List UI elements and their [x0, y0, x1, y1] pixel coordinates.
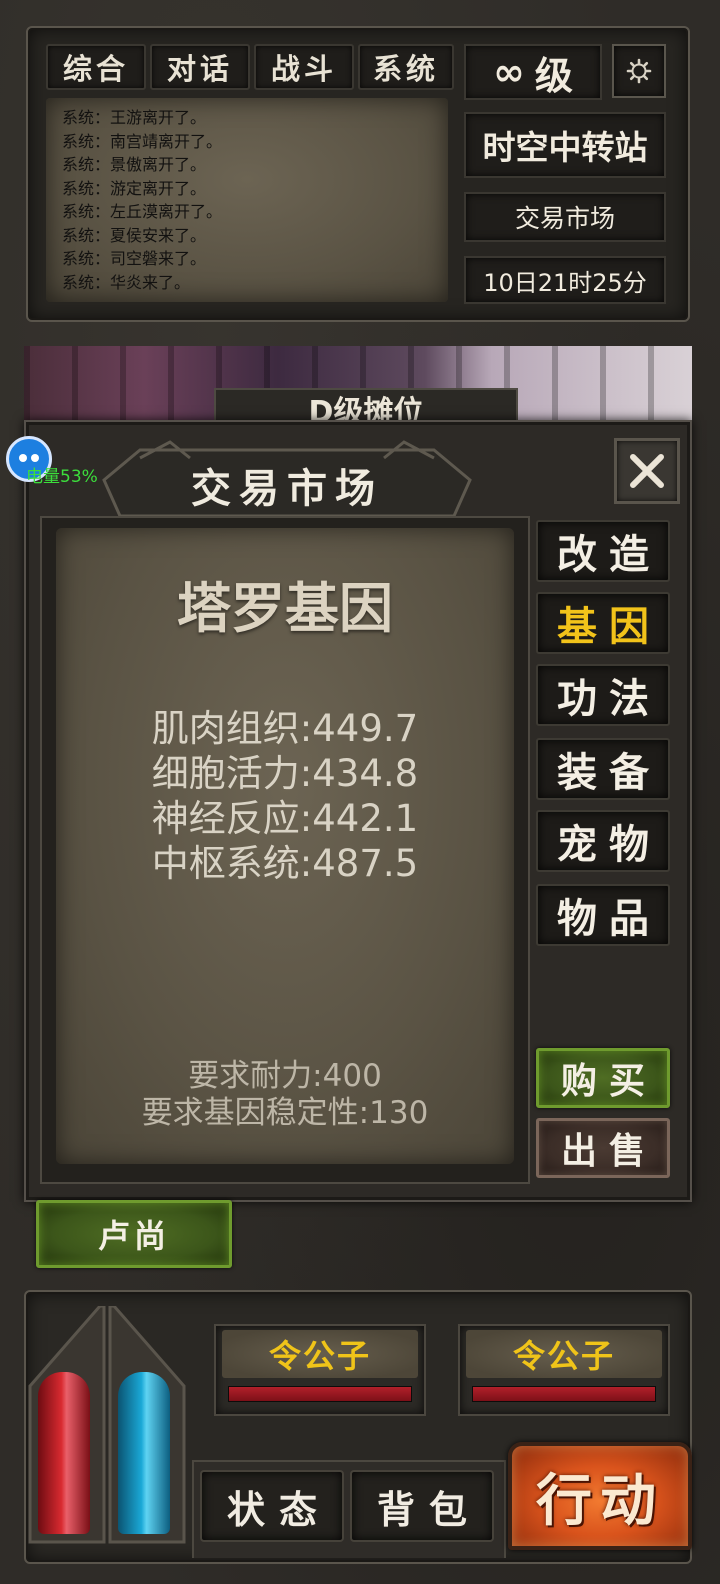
tab-dialogue[interactable]: 对话 [150, 44, 250, 90]
chat-line: 系统：游定离开了。 [62, 178, 207, 198]
npc-button[interactable]: 卢尚 [36, 1200, 232, 1268]
tab-all[interactable]: 综合 [46, 44, 146, 90]
category-item[interactable]: 物品 [536, 884, 670, 946]
chat-line: 系统：王游离开了。 [62, 108, 207, 127]
chat-line: 系统：华炎来了。 [62, 272, 191, 292]
chat-line: 系统：司空磐来了。 [62, 249, 207, 268]
level-label: 级 [534, 53, 573, 98]
party-card-2[interactable]: 令公子 [458, 1324, 670, 1416]
close-button[interactable] [614, 438, 680, 504]
level-display: ∞ 级 [464, 44, 602, 100]
stall-banner-image: D级摊位 [24, 346, 692, 424]
party-hp-bar [228, 1386, 412, 1402]
party-hp-bar [472, 1386, 656, 1402]
stat-nerve: 神经反应:442.1 [151, 797, 419, 840]
banner-plaque: D级摊位 [214, 388, 518, 424]
stat-muscle: 肌肉组织:449.7 [151, 707, 419, 750]
close-icon [630, 454, 664, 488]
game-time: 10日21时25分 [464, 256, 666, 304]
place-name[interactable]: 交易市场 [464, 192, 666, 242]
req-endurance: 要求耐力:400 [188, 1058, 382, 1094]
chat-line: 系统：夏侯安来了。 [62, 225, 207, 245]
req-stability: 要求基因稳定性:130 [141, 1095, 429, 1131]
category-pet[interactable]: 宠物 [536, 810, 670, 872]
tab-system[interactable]: 系统 [358, 44, 454, 90]
category-skill[interactable]: 功法 [536, 664, 670, 726]
category-equipment[interactable]: 装备 [536, 738, 670, 800]
party-card-1[interactable]: 令公子 [214, 1324, 426, 1416]
action-button[interactable]: 行动 [508, 1442, 692, 1550]
chat-log[interactable]: 系统：王游离开了。 系统：南宫靖离开了。 系统：景傲离开了。 系统：游定离开了。… [46, 98, 448, 302]
dialog-title: 交易市场 [191, 466, 383, 512]
sell-button[interactable]: 出售 [536, 1118, 670, 1178]
battery-label: 电量53% [26, 467, 98, 487]
dialog-title-plaque: 交易市场 [100, 440, 474, 518]
level-symbol: ∞ [493, 50, 525, 94]
chat-line: 系统：左丘漠离开了。 [62, 202, 223, 221]
area-name[interactable]: 时空中转站 [464, 112, 666, 178]
stat-central: 中枢系统:487.5 [151, 842, 419, 885]
party-name: 令公子 [222, 1330, 418, 1378]
hp-vial [38, 1372, 90, 1534]
mana-vial [118, 1372, 170, 1534]
settings-button[interactable] [612, 44, 666, 98]
status-button[interactable]: 状态 [200, 1470, 344, 1542]
buy-button[interactable]: 购买 [536, 1048, 670, 1108]
bag-button[interactable]: 背包 [350, 1470, 494, 1542]
category-gene[interactable]: 基因 [536, 592, 670, 654]
item-requirements: 要求耐力:400 要求基因稳定性:130 [56, 1058, 514, 1132]
category-modify[interactable]: 改造 [536, 520, 670, 582]
chat-line: 系统：南宫靖离开了。 [62, 131, 223, 151]
tab-battle[interactable]: 战斗 [254, 44, 354, 90]
party-name: 令公子 [466, 1330, 662, 1378]
chat-line: 系统：景傲离开了。 [62, 155, 207, 174]
npc-name: 卢尚 [97, 1217, 170, 1255]
gear-icon [626, 58, 652, 84]
action-label: 行动 [536, 1468, 664, 1534]
stat-cell: 细胞活力:434.8 [151, 752, 419, 795]
item-detail: 塔罗基因 肌肉组织:449.7 细胞活力:434.8 神经反应:442.1 中枢… [56, 528, 514, 1164]
item-stats: 肌肉组织:449.7 细胞活力:434.8 神经反应:442.1 中枢系统:48… [56, 706, 514, 886]
item-name: 塔罗基因 [177, 577, 393, 640]
